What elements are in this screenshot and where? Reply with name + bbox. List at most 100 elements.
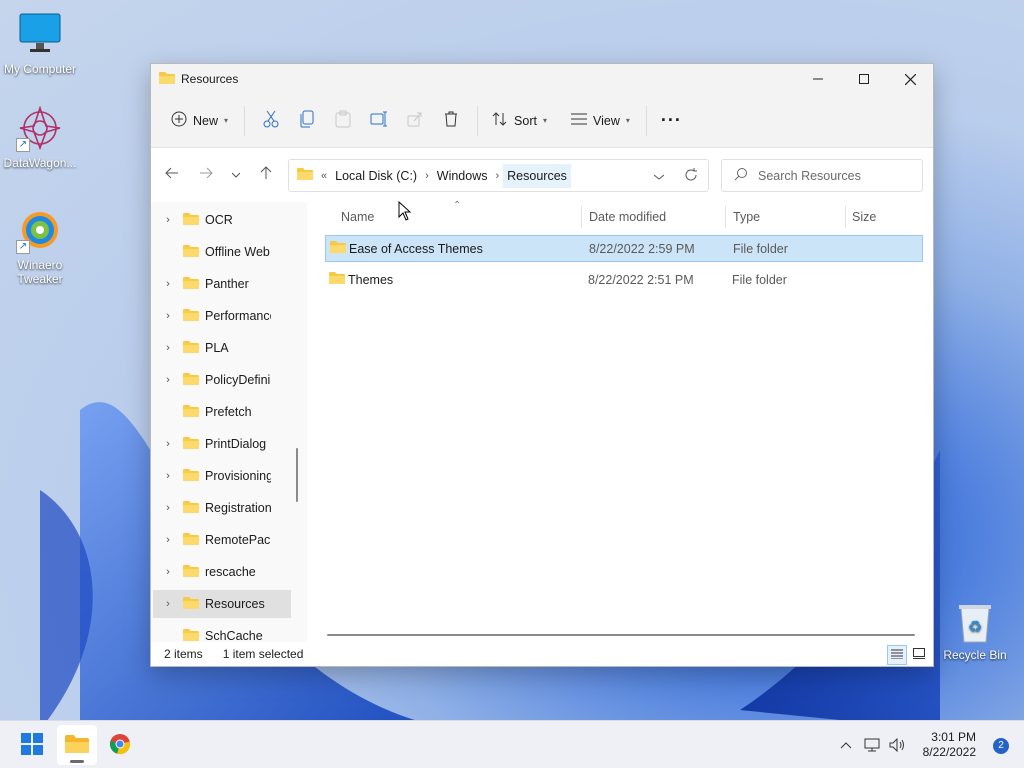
file-type: File folder <box>732 272 787 287</box>
tree-item[interactable]: › Performance <box>153 302 291 330</box>
recent-locations-button[interactable] <box>223 158 249 190</box>
chevron-right-icon[interactable]: › <box>421 170 433 182</box>
view-button[interactable]: View ▾ <box>565 105 636 137</box>
breadcrumb-windows[interactable]: Windows <box>433 169 492 183</box>
clock[interactable]: 3:01 PM 8/22/2022 <box>923 730 976 760</box>
refresh-button[interactable] <box>684 168 698 185</box>
search-input[interactable] <box>758 168 908 183</box>
minimize-button[interactable] <box>795 64 841 94</box>
chevron-right-icon[interactable]: › <box>153 374 183 386</box>
delete-button[interactable] <box>433 105 469 137</box>
column-header-type[interactable]: Type <box>717 202 760 232</box>
rename-icon <box>370 111 388 130</box>
taskbar-chrome[interactable] <box>100 725 140 765</box>
navigation-pane[interactable]: › OCR Offline Web › Panther › Performance › PLA ›… <box>151 202 307 648</box>
scrollbar-thumb[interactable] <box>296 448 298 502</box>
chevron-right-icon[interactable]: › <box>153 310 183 322</box>
back-button[interactable] <box>155 158 189 190</box>
sort-button[interactable]: Sort ▾ <box>486 105 553 137</box>
chevron-right-icon[interactable]: › <box>153 470 183 482</box>
network-icon[interactable] <box>862 735 882 755</box>
new-button[interactable]: New ▾ <box>165 105 234 137</box>
tree-item-label: SchCache <box>205 629 263 643</box>
copy-button[interactable] <box>289 105 325 137</box>
chevron-right-icon[interactable]: › <box>153 214 183 226</box>
share-button[interactable] <box>397 105 433 137</box>
chevron-right-icon[interactable]: › <box>153 278 183 290</box>
folder-icon <box>183 276 199 293</box>
search-box[interactable] <box>721 159 923 192</box>
title-bar[interactable]: Resources <box>151 64 933 94</box>
list-view-icon <box>570 113 587 128</box>
column-header-size[interactable]: Size <box>836 202 876 232</box>
tree-item[interactable]: › Resources <box>153 590 291 618</box>
svg-text:♻: ♻ <box>968 617 982 636</box>
tree-item[interactable]: › OCR <box>153 206 291 234</box>
tree-item[interactable]: Offline Web <box>153 238 291 266</box>
close-button[interactable] <box>887 64 933 94</box>
desktop-icon-label: Winaero Tweaker <box>17 258 63 286</box>
tiles-view-icon <box>913 648 925 662</box>
tree-item[interactable]: › RemotePack <box>153 526 291 554</box>
address-dropdown-button[interactable] <box>653 169 665 183</box>
show-hidden-icons-button[interactable] <box>836 735 856 755</box>
cut-button[interactable] <box>253 105 289 137</box>
tree-item-label: Performance <box>205 309 271 323</box>
column-header-name[interactable]: Name <box>325 202 374 232</box>
taskbar-file-explorer[interactable] <box>57 725 97 765</box>
tree-item[interactable]: › Registration <box>153 494 291 522</box>
sort-icon <box>492 111 508 130</box>
plus-circle-icon <box>171 111 187 130</box>
tree-item[interactable]: › PLA <box>153 334 291 362</box>
tree-item[interactable]: › rescache <box>153 558 291 586</box>
start-button[interactable] <box>12 725 52 765</box>
breadcrumb-local-disk[interactable]: Local Disk (C:) <box>331 169 421 183</box>
paste-button[interactable] <box>325 105 361 137</box>
folder-icon <box>329 271 345 288</box>
navigation-pane-scrollbar[interactable] <box>296 202 300 648</box>
up-button[interactable] <box>249 158 283 190</box>
tree-item[interactable]: › PolicyDefini <box>153 366 291 394</box>
chevron-right-icon[interactable]: › <box>153 534 183 546</box>
breadcrumb-overflow[interactable]: « <box>317 170 331 182</box>
address-bar[interactable]: « Local Disk (C:) › Windows › Resources <box>288 159 709 192</box>
chevron-up-icon <box>840 738 852 752</box>
maximize-button[interactable] <box>841 64 887 94</box>
file-row[interactable]: Ease of Access Themes 8/22/2022 2:59 PM Fi… <box>325 235 923 262</box>
chevron-right-icon[interactable]: › <box>153 342 183 354</box>
more-options-button[interactable]: ··· <box>655 105 688 137</box>
desktop-icon-winaero-tweaker[interactable]: ↗ Winaero Tweaker <box>0 206 80 286</box>
breadcrumb-resources[interactable]: Resources <box>503 163 571 188</box>
tree-item[interactable]: › Panther <box>153 270 291 298</box>
chevron-right-icon[interactable]: › <box>153 566 183 578</box>
tree-item[interactable]: › PrintDialog <box>153 430 291 458</box>
chevron-right-icon[interactable]: › <box>153 502 183 514</box>
tree-item[interactable]: › Provisioning <box>153 462 291 490</box>
file-name: Ease of Access Themes <box>349 241 483 256</box>
horizontal-scrollbar[interactable] <box>327 634 915 636</box>
forward-button[interactable] <box>189 158 223 190</box>
notification-badge[interactable]: 2 <box>993 738 1009 754</box>
column-header-date-modified[interactable]: Date modified <box>573 202 666 232</box>
tiles-view-button[interactable] <box>909 645 929 665</box>
desktop-icon-datawagon[interactable]: ↗ DataWagon... <box>0 104 80 170</box>
chevron-right-icon[interactable]: › <box>491 170 503 182</box>
file-date-modified: 8/22/2022 2:59 PM <box>589 241 695 256</box>
folder-icon <box>183 404 199 421</box>
file-row[interactable]: Themes 8/22/2022 2:51 PM File folder <box>325 266 923 293</box>
folder-icon <box>183 436 199 453</box>
desktop-icon-recycle-bin[interactable]: ♻ Recycle Bin <box>935 600 1015 662</box>
rename-button[interactable] <box>361 105 397 137</box>
tree-item-label: Provisioning <box>205 469 271 483</box>
folder-icon <box>183 468 199 485</box>
volume-icon[interactable] <box>887 735 907 755</box>
chevron-right-icon[interactable]: › <box>153 438 183 450</box>
sort-button-label: Sort <box>514 113 537 128</box>
new-button-label: New <box>193 113 219 128</box>
desktop-icon-my-computer[interactable]: My Computer <box>0 10 80 76</box>
search-icon <box>734 167 748 184</box>
details-view-button[interactable] <box>887 645 907 665</box>
shortcut-arrow-icon: ↗ <box>16 240 30 254</box>
chevron-right-icon[interactable]: › <box>153 598 183 610</box>
tree-item[interactable]: Prefetch <box>153 398 291 426</box>
